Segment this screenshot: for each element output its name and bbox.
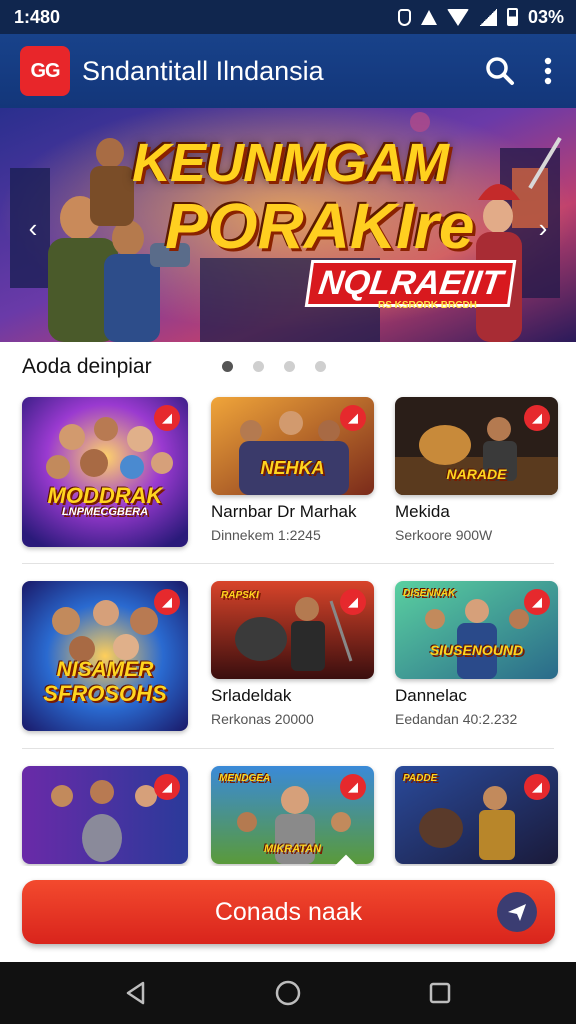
game-logo: PADDE xyxy=(403,773,438,784)
favorite-button[interactable]: ◢ xyxy=(524,405,550,431)
carousel-dot[interactable] xyxy=(253,361,264,372)
bookmark-icon: ◢ xyxy=(348,594,358,609)
status-time: 1:480 xyxy=(14,6,61,27)
bookmark-icon: ◢ xyxy=(532,410,542,425)
carousel-dot[interactable] xyxy=(222,361,233,372)
game-logo-top: MENDGEA xyxy=(219,773,271,784)
game-logo: NARADE xyxy=(446,466,507,482)
row-divider xyxy=(22,563,554,564)
back-button[interactable] xyxy=(116,973,156,1013)
status-bar: 1:480 03% xyxy=(0,0,576,34)
carousel-indicator xyxy=(222,361,326,372)
favorite-button[interactable]: ◢ xyxy=(154,405,180,431)
cta-label: Conads naak xyxy=(214,897,363,926)
favorite-button[interactable]: ◢ xyxy=(524,774,550,800)
game-logo: NEHKA xyxy=(260,458,325,478)
bookmark-icon: ◢ xyxy=(348,410,358,425)
recents-square-icon xyxy=(429,982,451,1004)
bookmark-icon: ◢ xyxy=(348,779,358,794)
home-button[interactable] xyxy=(268,973,308,1013)
app-bar: GG Sndantitall Ilndansia xyxy=(0,34,576,108)
game-card[interactable]: PADDE ◢ xyxy=(395,766,558,864)
alert-icon xyxy=(420,9,437,25)
game-logo: NISAMER xyxy=(56,658,154,681)
bookmark-icon: ◢ xyxy=(532,594,542,609)
signal-icon xyxy=(478,8,497,26)
chevron-left-icon: ‹ xyxy=(28,212,38,243)
section-title: Aoda deinpiar xyxy=(22,355,152,378)
system-nav-bar xyxy=(0,962,576,1024)
hero-title-line1: KEUNMGAM xyxy=(132,133,449,193)
favorite-button[interactable]: ◢ xyxy=(154,589,180,615)
game-card[interactable]: MODDRAK LNPMECGBERA ◢ xyxy=(22,397,188,547)
game-logo-sub: SFROSOHS xyxy=(43,681,167,706)
game-card[interactable]: RAPSKI ◢ xyxy=(211,581,374,679)
more-vertical-icon xyxy=(544,57,552,85)
game-logo: RAPSKI xyxy=(221,590,259,601)
game-logo-sub: LNPMECGBERA xyxy=(61,506,149,518)
game-logo: SIUSENOUND xyxy=(429,642,524,658)
recents-button[interactable] xyxy=(420,973,460,1013)
overflow-menu-button[interactable] xyxy=(536,49,560,93)
game-title[interactable]: Narnbar Dr Marhak xyxy=(211,502,357,522)
game-card[interactable]: NISAMER SFROSOHS ◢ xyxy=(22,581,188,731)
game-title[interactable]: Dannelac xyxy=(395,686,467,706)
hero-title-line2: PORAKIre xyxy=(165,190,475,262)
shield-icon xyxy=(397,8,411,26)
send-button[interactable] xyxy=(497,892,537,932)
hero-prev-button[interactable]: ‹ xyxy=(20,208,46,248)
back-triangle-icon xyxy=(126,981,145,1005)
app-title: Sndantitall Ilndansia xyxy=(82,55,324,86)
game-card[interactable]: ◢ xyxy=(22,766,188,864)
app-logo[interactable]: GG xyxy=(20,46,70,96)
search-button[interactable] xyxy=(478,49,522,93)
favorite-button[interactable]: ◢ xyxy=(340,589,366,615)
hero-small-text: RS KSRORK BRCDH xyxy=(378,300,477,311)
cta-button[interactable]: Conads naak xyxy=(22,880,555,944)
favorite-button[interactable]: ◢ xyxy=(524,589,550,615)
game-card[interactable]: NARADE ◢ xyxy=(395,397,558,495)
battery-percent: 03% xyxy=(527,6,564,27)
bookmark-icon: ◢ xyxy=(162,779,172,794)
game-card[interactable]: DISENNAK SIUSENOUND ◢ xyxy=(395,581,558,679)
send-icon xyxy=(508,904,526,921)
carousel-dot[interactable] xyxy=(315,361,326,372)
row-divider xyxy=(22,748,554,749)
game-card[interactable]: NEHKA ◢ xyxy=(211,397,374,495)
game-title[interactable]: Mekida xyxy=(395,502,450,522)
hero-next-button[interactable]: › xyxy=(530,208,556,248)
bookmark-icon: ◢ xyxy=(162,410,172,425)
bookmark-icon: ◢ xyxy=(162,594,172,609)
game-logo: MODDRAK xyxy=(47,483,163,508)
search-icon xyxy=(486,57,514,85)
game-logo: MIKRATAN xyxy=(263,843,322,855)
cta-panel: Conads naak xyxy=(0,854,576,962)
favorite-button[interactable]: ◢ xyxy=(340,405,366,431)
game-meta: Dinnekem 1:2245 xyxy=(211,527,321,543)
battery-icon xyxy=(506,8,518,26)
bookmark-icon: ◢ xyxy=(532,779,542,794)
game-meta: Rerkonas 20000 xyxy=(211,711,314,727)
hero-banner[interactable]: KEUNMGAM PORAKIre NQLRAEIIT RS KSRORK BR… xyxy=(0,108,576,342)
game-meta: Eedandan 40:2.232 xyxy=(395,711,518,727)
game-logo-top: DISENNAK xyxy=(403,588,456,599)
chevron-right-icon: › xyxy=(538,212,548,243)
home-circle-icon xyxy=(275,980,301,1006)
carousel-dot[interactable] xyxy=(284,361,295,372)
game-card[interactable]: MENDGEA MIKRATAN ◢ xyxy=(211,766,374,864)
favorite-button[interactable]: ◢ xyxy=(340,774,366,800)
wifi-icon xyxy=(446,8,469,26)
favorite-button[interactable]: ◢ xyxy=(154,774,180,800)
game-title[interactable]: Srladeldak xyxy=(211,686,291,706)
app-screen: 1:480 03% GG Sndantitall Ilndansia KEUNM… xyxy=(0,0,576,1024)
status-icons: 03% xyxy=(397,6,564,28)
game-meta: Serkoore 900W xyxy=(395,527,493,543)
